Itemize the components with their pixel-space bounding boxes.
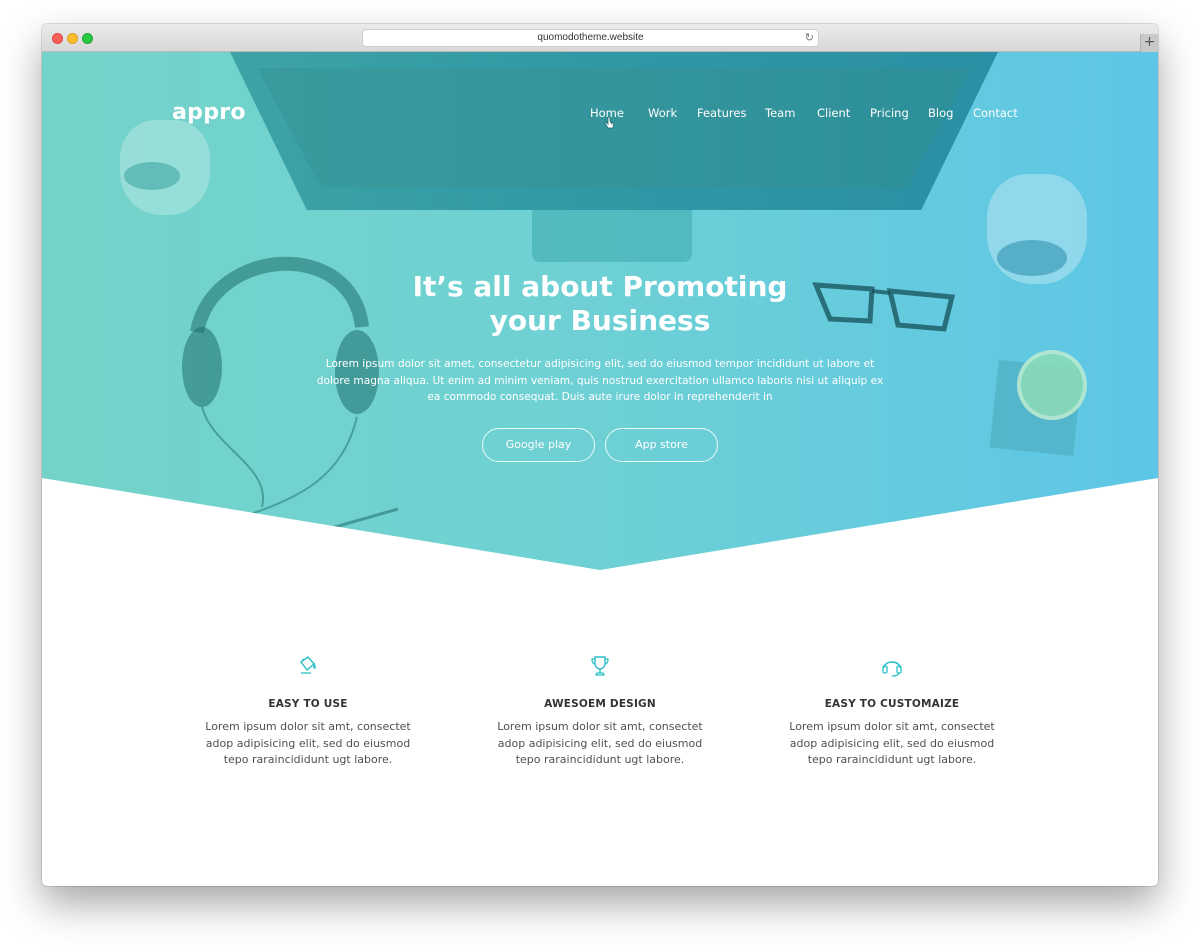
feature-text-line: Lorem ipsum dolor sit amt, consectet: [205, 720, 411, 733]
monitor-stand-image: [532, 210, 692, 262]
hero-text-line-2: dolore magna aliqua. Ut enim ad minim ve…: [316, 374, 884, 387]
feature-text-line: Lorem ipsum dolor sit amt, consectet: [789, 720, 995, 733]
feature-text-line: tepo raraincididunt ugt labore.: [807, 753, 977, 766]
hero-text-line-1: Lorem ipsum dolor sit amet, consectetur …: [325, 358, 875, 370]
feature-easy-to-use: EASY TO USE Lorem ipsum dolor sit amt, c…: [198, 654, 418, 769]
feature-description: Lorem ipsum dolor sit amt, consectet ado…: [198, 719, 418, 769]
nav-contact[interactable]: Contact: [973, 106, 1018, 120]
trophy-icon: [591, 656, 609, 676]
feature-awesome-design: AWESOEM DESIGN Lorem ipsum dolor sit amt…: [490, 654, 710, 769]
nav-work[interactable]: Work: [648, 106, 677, 120]
feature-text-line: adop adipisicing elit, sed do eiusmod: [205, 736, 411, 750]
hero-description: Lorem ipsum dolor sit amet, consectetur …: [312, 356, 888, 406]
feature-text-line: tepo raraincididunt ugt labore.: [515, 753, 685, 766]
hero-title: It’s all about Promoting your Business: [350, 270, 850, 338]
hero-title-line-1: It’s all about Promoting: [412, 270, 788, 303]
feature-title: AWESOEM DESIGN: [544, 698, 656, 710]
hero-text-line-3: ea commodo consequat. Duis aute irure do…: [427, 391, 773, 403]
feature-text-line: Lorem ipsum dolor sit amt, consectet: [497, 720, 703, 733]
paint-bucket-icon: [300, 656, 316, 674]
feature-text-line: adop adipisicing elit, sed do eiusmod: [789, 736, 995, 750]
nav-client[interactable]: Client: [817, 106, 850, 120]
features-section: EASY TO USE Lorem ipsum dolor sit amt, c…: [42, 654, 1158, 794]
minimize-window-button[interactable]: [67, 33, 78, 44]
close-window-button[interactable]: [52, 33, 63, 44]
address-bar[interactable]: quomodotheme.website ↻: [362, 29, 819, 47]
reload-icon[interactable]: ↻: [805, 31, 814, 45]
headset-icon: [882, 661, 902, 677]
nav-pricing[interactable]: Pricing: [870, 106, 909, 120]
url-text: quomodotheme.website: [537, 32, 644, 43]
feature-description: Lorem ipsum dolor sit amt, consectet ado…: [782, 719, 1002, 769]
speaker-right-cone-image: [997, 240, 1067, 276]
browser-titlebar: quomodotheme.website ↻ +: [42, 24, 1158, 52]
nav-blog[interactable]: Blog: [928, 106, 953, 120]
hero-section: appro Home Work Features Team Client Pri…: [42, 52, 1158, 570]
browser-window: quomodotheme.website ↻ + appro Home Work…: [42, 24, 1158, 886]
feature-text-line: tepo raraincididunt ugt labore.: [223, 753, 393, 766]
plus-icon[interactable]: +: [1140, 34, 1158, 52]
hand-cursor-icon: [604, 116, 615, 129]
pencil-image: [313, 507, 399, 535]
hero-title-line-2: your Business: [489, 304, 711, 337]
google-play-button[interactable]: Google play: [482, 428, 595, 462]
feature-easy-to-customize: EASY TO CUSTOMAIZE Lorem ipsum dolor sit…: [782, 654, 1002, 769]
feature-title: EASY TO CUSTOMAIZE: [824, 698, 960, 710]
site-logo[interactable]: appro: [172, 100, 246, 125]
cup-image: [1017, 350, 1087, 420]
feature-text-line: adop adipisicing elit, sed do eiusmod: [497, 736, 703, 750]
speaker-left-cone-image: [124, 162, 180, 190]
app-store-button[interactable]: App store: [605, 428, 718, 462]
nav-team[interactable]: Team: [765, 106, 795, 120]
feature-description: Lorem ipsum dolor sit amt, consectet ado…: [490, 719, 710, 769]
maximize-window-button[interactable]: [82, 33, 93, 44]
nav-features[interactable]: Features: [697, 106, 746, 120]
feature-title: EASY TO USE: [268, 698, 348, 710]
